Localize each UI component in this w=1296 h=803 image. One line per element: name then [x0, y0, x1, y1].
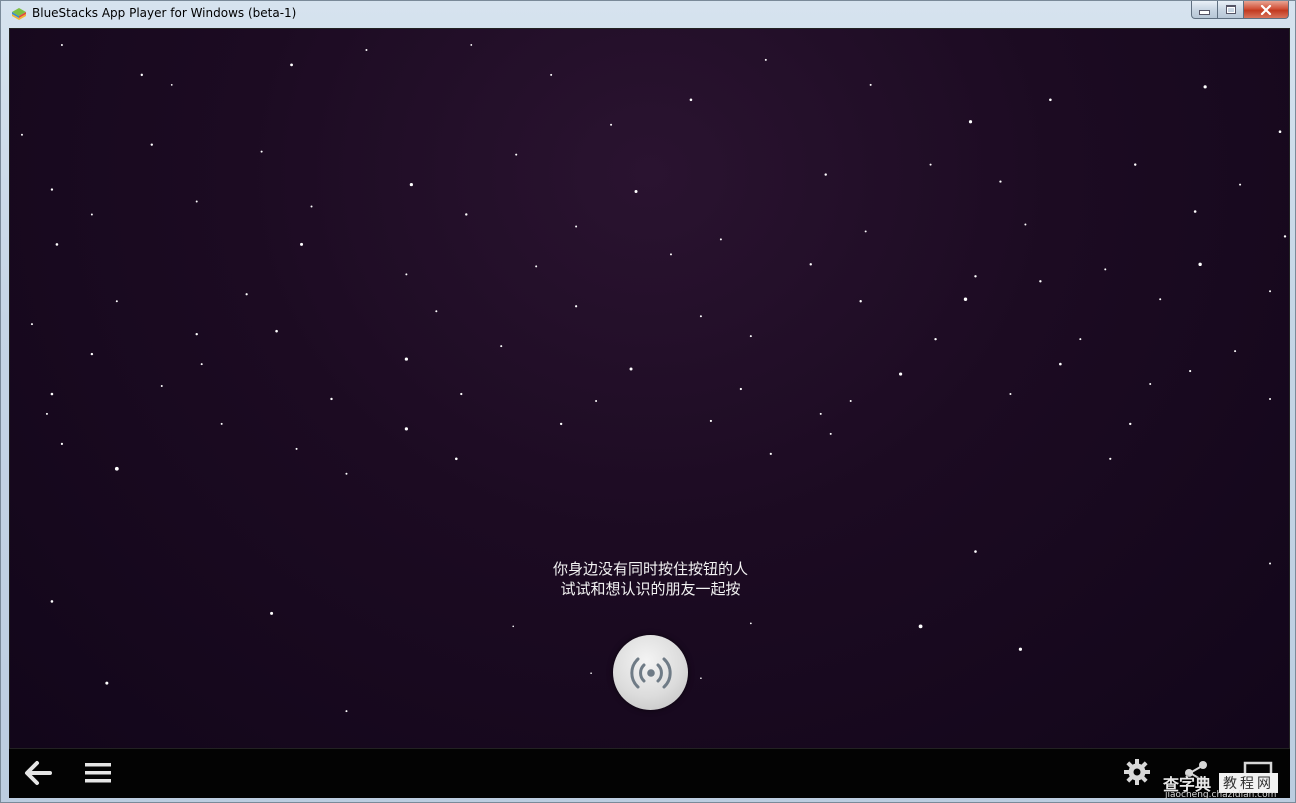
watermark: 查字典 教程网 jiaocheng.chazidian.com	[1163, 771, 1291, 801]
back-arrow-icon	[25, 761, 52, 785]
settings-gear-icon	[1124, 759, 1150, 785]
message-line-2: 试试和想认识的朋友一起按	[560, 580, 741, 598]
close-icon	[1260, 4, 1272, 15]
status-message: 你身边没有同时按住按钮的人 试试和想认识的朋友一起按	[10, 559, 1289, 599]
message-line-1: 你身边没有同时按住按钮的人	[552, 560, 748, 578]
close-button[interactable]	[1244, 1, 1289, 19]
window-title: BlueStacks App Player for Windows (beta-…	[32, 6, 297, 20]
bluestacks-navbar	[9, 749, 1290, 798]
minimize-button[interactable]	[1191, 1, 1218, 19]
window-controls	[1191, 1, 1289, 20]
watermark-url: jiaocheng.chazidian.com	[1165, 790, 1277, 800]
back-button[interactable]	[21, 757, 55, 789]
bluestacks-logo-icon	[12, 8, 26, 20]
settings-button[interactable]	[1121, 757, 1153, 787]
app-window: BlueStacks App Player for Windows (beta-…	[0, 0, 1296, 803]
menu-icon	[85, 763, 111, 783]
android-screen[interactable]: 你身边没有同时按住按钮的人 试试和想认识的朋友一起按	[9, 28, 1290, 749]
maximize-button[interactable]	[1218, 1, 1244, 19]
broadcast-signal-icon	[629, 657, 672, 688]
maximize-icon	[1225, 5, 1236, 14]
broadcast-button[interactable]	[613, 635, 688, 710]
title-bar[interactable]: BlueStacks App Player for Windows (beta-…	[1, 1, 1295, 27]
menu-button[interactable]	[81, 757, 115, 789]
minimize-icon	[1199, 10, 1210, 15]
